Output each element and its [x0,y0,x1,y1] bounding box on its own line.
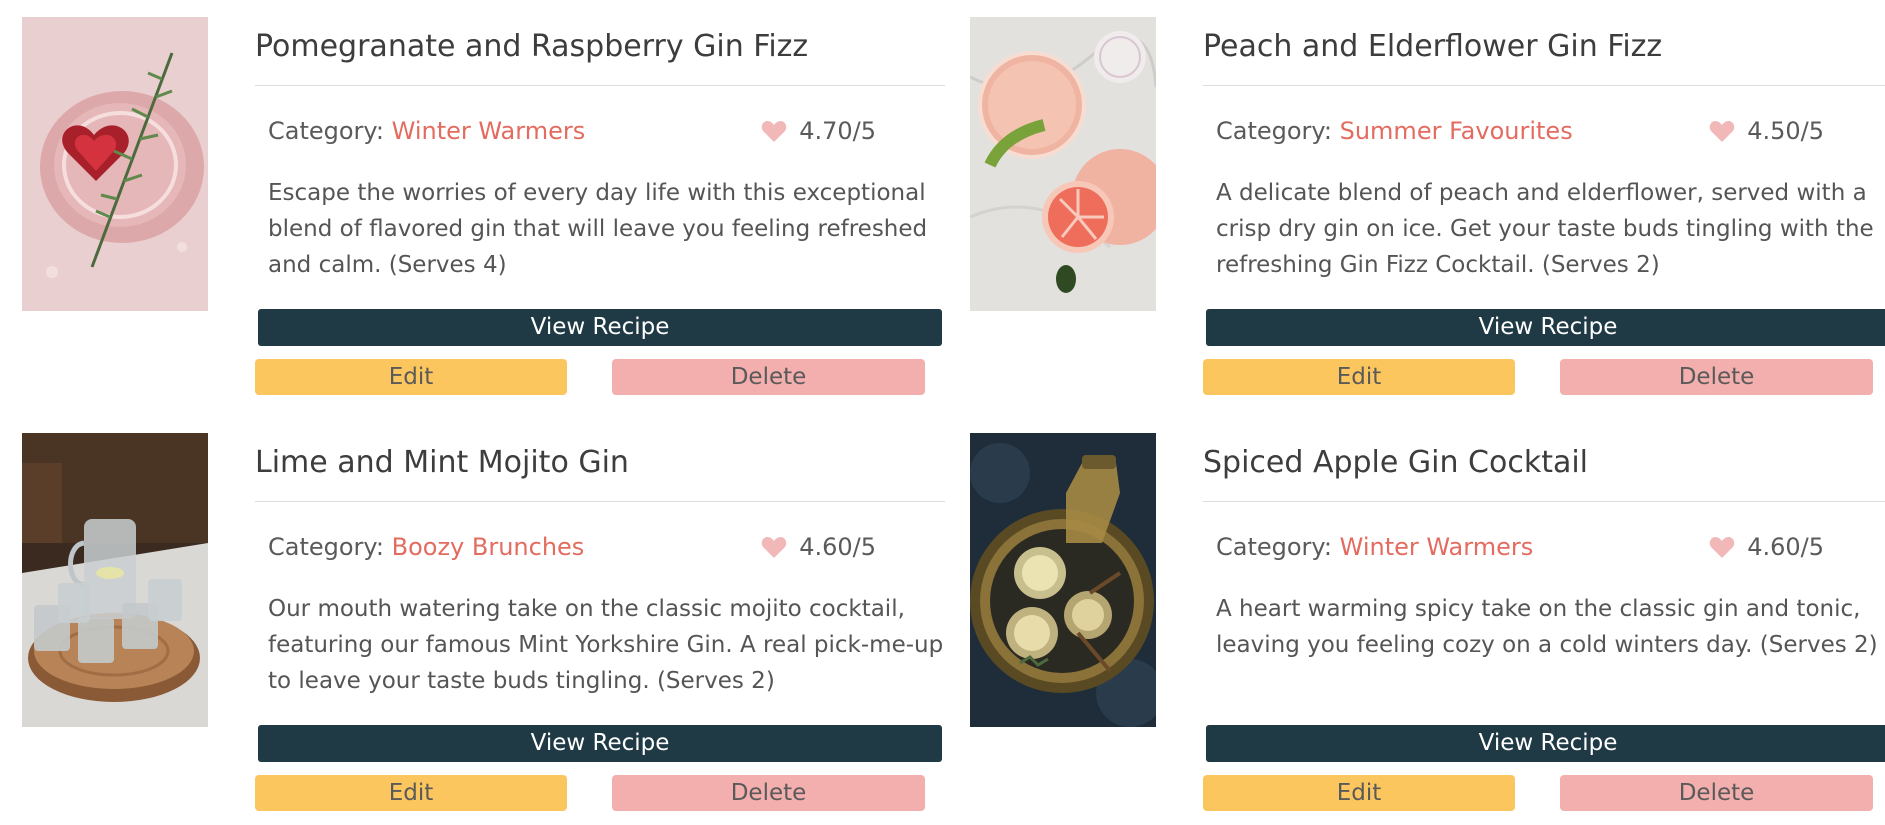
heart-icon [761,535,787,559]
category-label: Category: [268,117,392,145]
edit-button[interactable]: Edit [255,775,567,811]
recipe-description: A delicate blend of peach and elderflowe… [1216,180,1874,278]
recipe-card: Pomegranate and Raspberry Gin Fizz Categ… [22,17,947,397]
recipe-card: Spiced Apple Gin Cocktail Category: Wint… [970,433,1885,813]
recipe-title: Pomegranate and Raspberry Gin Fizz [255,29,809,64]
recipe-title: Lime and Mint Mojito Gin [255,445,629,480]
category-label: Category: [1216,533,1340,561]
recipe-image [970,17,1156,311]
rating-value: 4.70/5 [799,117,876,145]
recipe-meta: Category: Summer Favourites 4.50/5 [1216,117,1824,151]
recipe-title: Spiced Apple Gin Cocktail [1203,445,1589,480]
view-recipe-button[interactable]: View Recipe [258,309,942,346]
delete-button[interactable]: Delete [1560,775,1873,811]
recipe-image [22,433,208,727]
category-label: Category: [1216,117,1340,145]
recipe-image [970,433,1156,727]
delete-button[interactable]: Delete [612,359,925,395]
category-label: Category: [268,533,392,561]
recipe-card: Lime and Mint Mojito Gin Category: Boozy… [22,433,947,813]
recipe-description: A heart warming spicy take on the classi… [1216,596,1878,658]
recipe-meta: Category: Winter Warmers 4.70/5 [268,117,876,151]
recipe-meta: Category: Winter Warmers 4.60/5 [1216,533,1824,567]
recipe-category: Category: Winter Warmers [268,117,585,145]
title-divider [255,501,945,502]
heart-icon [1709,535,1735,559]
recipe-rating: 4.50/5 [1709,117,1824,145]
rating-value: 4.60/5 [1747,533,1824,561]
recipe-card: Peach and Elderflower Gin Fizz Category:… [970,17,1885,397]
recipe-category: Category: Summer Favourites [1216,117,1573,145]
recipe-rating: 4.60/5 [761,533,876,561]
recipe-image [22,17,208,311]
rating-value: 4.50/5 [1747,117,1824,145]
recipe-description: Escape the worries of every day life wit… [268,180,928,278]
view-recipe-button[interactable]: View Recipe [1206,309,1885,346]
recipe-title: Peach and Elderflower Gin Fizz [1203,29,1663,64]
rating-value: 4.60/5 [799,533,876,561]
recipe-category: Category: Boozy Brunches [268,533,584,561]
delete-button[interactable]: Delete [612,775,925,811]
heart-icon [761,119,787,143]
edit-button[interactable]: Edit [255,359,567,395]
category-link[interactable]: Summer Favourites [1340,117,1573,145]
title-divider [1203,85,1885,86]
category-link[interactable]: Winter Warmers [1340,533,1534,561]
edit-button[interactable]: Edit [1203,775,1515,811]
view-recipe-button[interactable]: View Recipe [1206,725,1885,762]
recipe-rating: 4.60/5 [1709,533,1824,561]
title-divider [1203,501,1885,502]
recipe-meta: Category: Boozy Brunches 4.60/5 [268,533,876,567]
category-link[interactable]: Boozy Brunches [392,533,585,561]
view-recipe-button[interactable]: View Recipe [258,725,942,762]
heart-icon [1709,119,1735,143]
recipe-description: Our mouth watering take on the classic m… [268,596,944,694]
edit-button[interactable]: Edit [1203,359,1515,395]
delete-button[interactable]: Delete [1560,359,1873,395]
recipe-category: Category: Winter Warmers [1216,533,1533,561]
category-link[interactable]: Winter Warmers [392,117,586,145]
title-divider [255,85,945,86]
recipe-rating: 4.70/5 [761,117,876,145]
